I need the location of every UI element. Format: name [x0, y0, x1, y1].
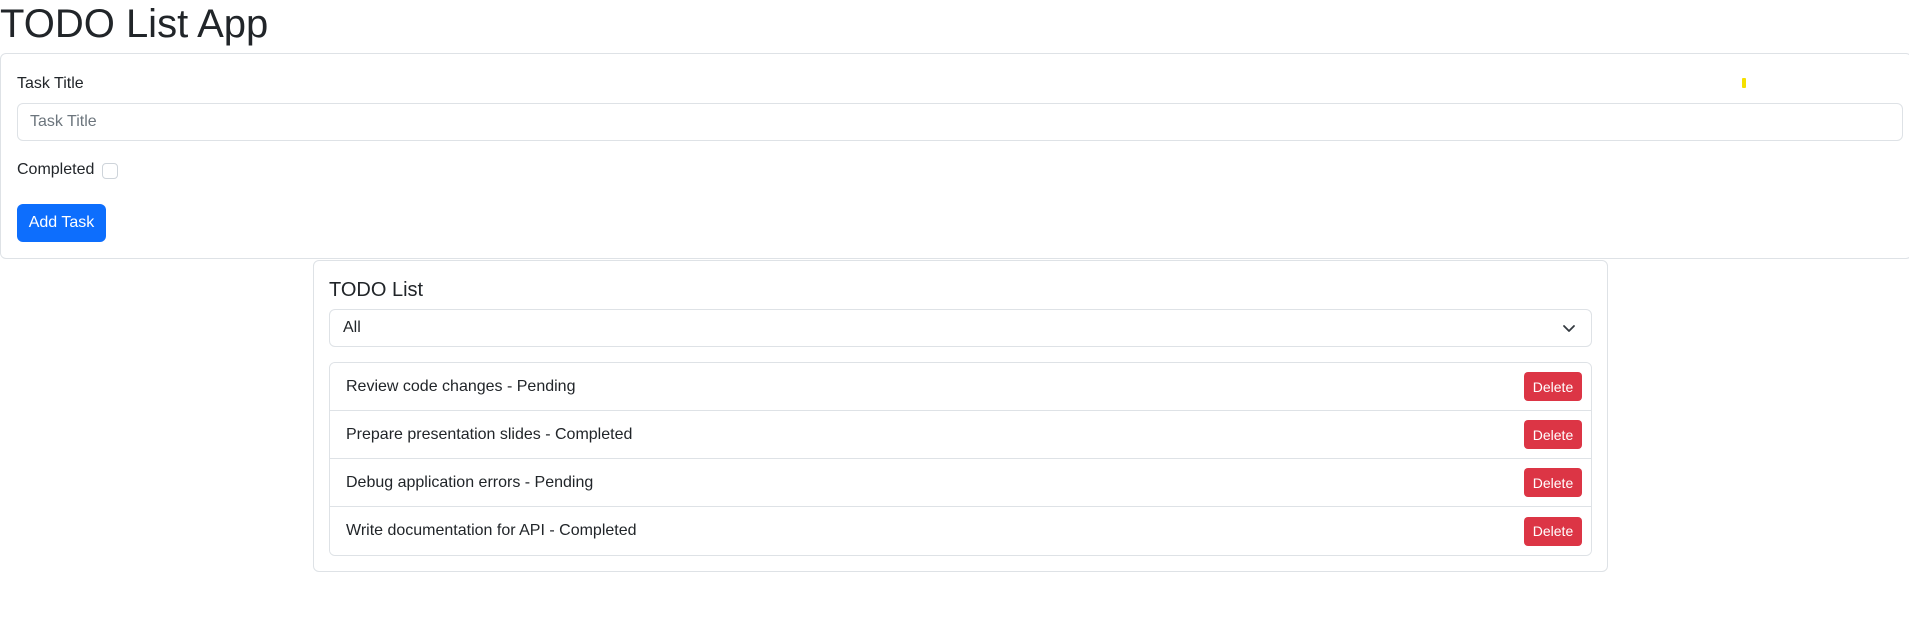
task-title-input[interactable]	[17, 103, 1903, 141]
task-text: Review code changes - Pending	[346, 377, 576, 395]
delete-task-button[interactable]: Delete	[1524, 468, 1582, 497]
completed-checkbox[interactable]	[102, 163, 119, 179]
todo-list-title: TODO List	[329, 279, 424, 301]
completed-field: Completed	[17, 158, 119, 182]
filter-selected-value: All	[343, 319, 361, 336]
chevron-down-icon	[1563, 325, 1575, 332]
delete-task-button[interactable]: Delete	[1524, 516, 1582, 546]
task-text: Prepare presentation slides - Completed	[346, 425, 633, 443]
add-task-button[interactable]: Add Task	[17, 204, 106, 242]
task-row: Prepare presentation slides - Completed …	[330, 411, 1591, 459]
task-row: Review code changes - Pending Delete	[330, 363, 1591, 411]
task-title-label: Task Title	[17, 75, 84, 92]
marker-indicator	[1742, 78, 1746, 88]
task-text: Write documentation for API - Completed	[346, 522, 637, 539]
page-title: TODO List App	[0, 2, 269, 46]
task-row: Write documentation for API - Completed …	[330, 507, 1591, 555]
task-row: Debug application errors - Pending Delet…	[330, 459, 1591, 507]
delete-task-button[interactable]: Delete	[1524, 420, 1582, 449]
add-task-form-card	[0, 53, 1909, 259]
task-text: Debug application errors - Pending	[346, 473, 594, 491]
filter-select[interactable]: All	[329, 309, 1592, 347]
delete-task-button[interactable]: Delete	[1524, 372, 1582, 401]
task-list: Review code changes - Pending Delete Pre…	[329, 362, 1592, 556]
completed-label: Completed	[17, 161, 95, 178]
